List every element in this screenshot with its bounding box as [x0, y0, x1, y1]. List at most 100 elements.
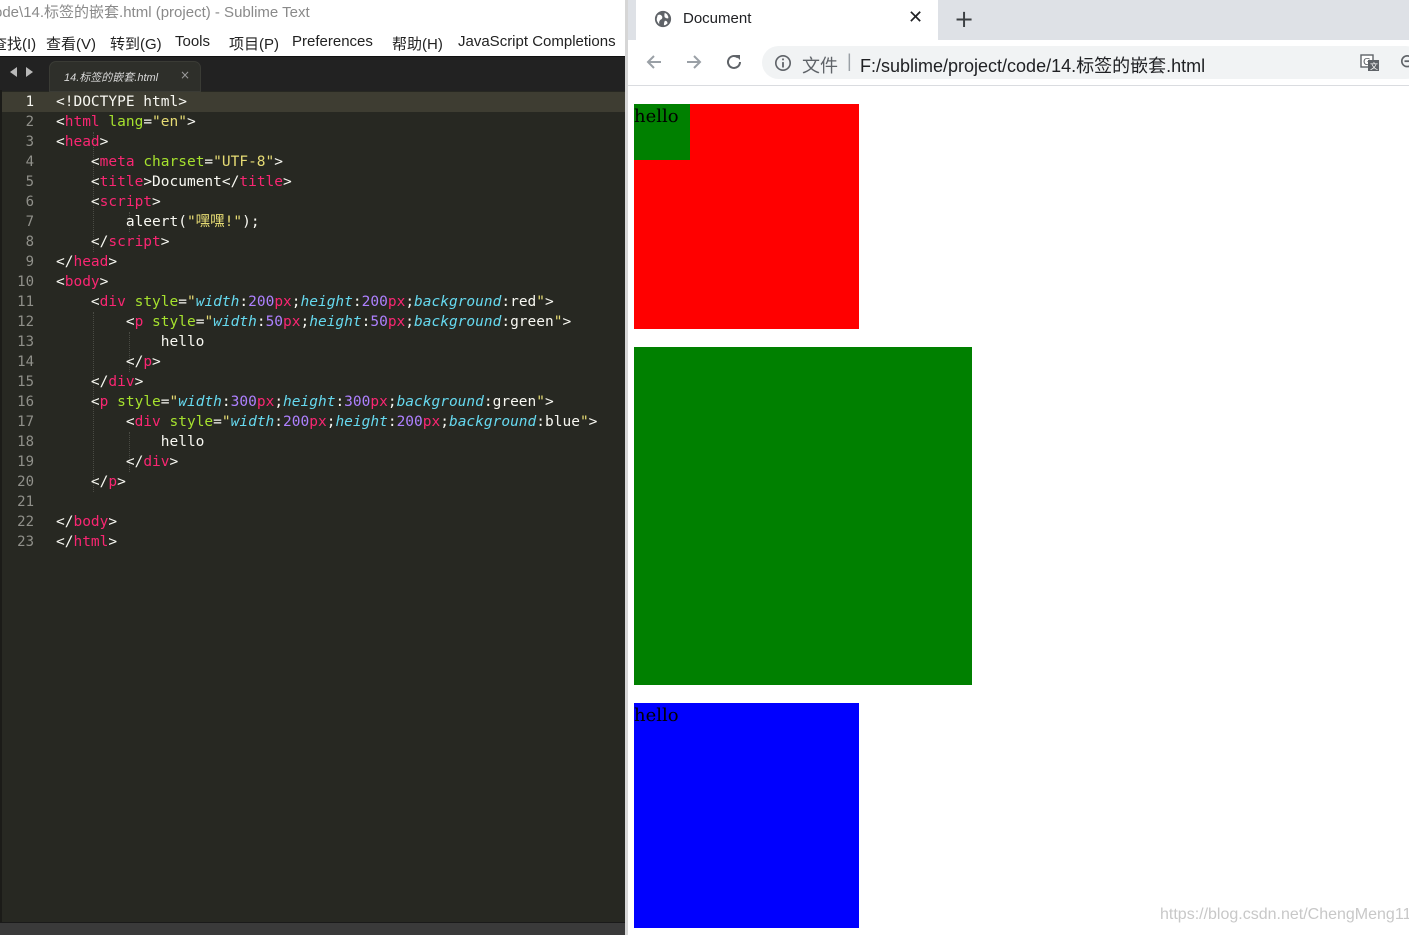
- line-number: 8: [25, 234, 34, 250]
- tab-next-arrow-icon[interactable]: [26, 67, 33, 77]
- new-tab-button[interactable]: +: [954, 5, 974, 33]
- code-line-17: <div style="width:200px;height:200px;bac…: [56, 414, 598, 430]
- code-line-20: </p>: [56, 474, 126, 490]
- code-line-13: hello: [56, 332, 205, 352]
- chrome-tab-title: Document: [683, 10, 752, 27]
- line-number: 12: [17, 314, 34, 330]
- blue-div-box: hello: [634, 703, 859, 928]
- line-number: 16: [17, 394, 34, 410]
- line-number: 18: [17, 434, 34, 450]
- sublime-window-title: ode\14.标签的嵌套.html (project) - Sublime Te…: [0, 4, 310, 21]
- omnibox-separator: |: [847, 51, 852, 71]
- tab-close-icon[interactable]: ×: [180, 68, 190, 82]
- script-call: aleert(: [125, 214, 187, 230]
- line-number: 15: [17, 374, 34, 390]
- code-hello-1: hello: [160, 334, 205, 350]
- code-line-23: </html>: [56, 534, 118, 550]
- address-bar[interactable]: 文件 | F:/sublime/project/code/14.标签的嵌套.ht…: [762, 46, 1409, 79]
- code-line-6: <script>: [56, 194, 161, 210]
- code-line-4: <meta charset="UTF-8">: [56, 154, 283, 170]
- line-number: 6: [25, 194, 34, 210]
- code-line-1: <!DOCTYPE html>: [56, 92, 187, 112]
- code-line-18: hello: [56, 432, 205, 452]
- sublime-menu-bar: 查找(I) 查看(V) 转到(G) Tools 项目(P) Preference…: [0, 27, 625, 56]
- menu-tools[interactable]: Tools: [175, 33, 210, 50]
- chrome-window: Document ✕ + 文件 | F:/sublime/project/cod…: [625, 0, 1409, 935]
- code-line-16: <p style="width:300px;height:300px;backg…: [56, 394, 554, 410]
- menu-view[interactable]: 查看(V): [46, 33, 96, 54]
- charset-value: "UTF-8": [213, 154, 275, 170]
- reload-icon[interactable]: [724, 52, 744, 76]
- url-text[interactable]: F:/sublime/project/code/14.标签的嵌套.html: [860, 52, 1205, 78]
- sublime-tab-bar: 14.标签的嵌套.html ×: [0, 56, 625, 91]
- chrome-tab-strip: Document ✕ +: [628, 0, 1409, 40]
- line-number-gutter: 1 2 3 4 5 6 7 8 9 10 11 12 13 14 15 16 17 18 19 20 21 22 23: [0, 90, 46, 922]
- script-end: );: [242, 214, 260, 230]
- code-line-19: </div>: [56, 454, 179, 470]
- green-paragraph-large: [634, 347, 972, 685]
- code-line-5: <title>Document</title>: [56, 174, 292, 190]
- lang-value: "en": [152, 114, 187, 130]
- code-line-2: <html lang="en">: [56, 114, 196, 130]
- tab-prev-arrow-icon[interactable]: [10, 67, 17, 77]
- menu-javascript-completions[interactable]: JavaScript Completions: [458, 33, 616, 50]
- code-line-15: </div>: [56, 374, 144, 390]
- code-line-22: </body>: [56, 514, 118, 530]
- code-line-8: </script>: [56, 234, 170, 250]
- csdn-watermark: https://blog.csdn.net/ChengMeng11: [1160, 906, 1409, 923]
- line-number: 9: [25, 254, 34, 270]
- code-line-9: </head>: [56, 254, 118, 270]
- doctype-text: <!DOCTYPE html>: [56, 94, 187, 110]
- menu-goto[interactable]: 转到(G): [110, 33, 162, 54]
- line-number: 20: [17, 474, 34, 490]
- red-div-box: hello: [634, 104, 859, 329]
- line-number: 13: [17, 334, 34, 350]
- line-number: 19: [17, 454, 34, 470]
- line-number: 7: [25, 214, 34, 230]
- line-number: 11: [17, 294, 34, 310]
- editor-left-edge: [0, 90, 2, 922]
- info-icon[interactable]: [774, 54, 792, 76]
- forward-arrow-icon[interactable]: [684, 52, 704, 76]
- line-number: 10: [17, 274, 34, 290]
- line-number: 23: [17, 534, 34, 550]
- code-line-10: <body>: [56, 274, 109, 290]
- code-line-11: <div style="width:200px;height:200px;bac…: [56, 294, 554, 310]
- page-viewport: hello hello https://blog.csdn.net/ChengM…: [634, 86, 1409, 935]
- line-number: 22: [17, 514, 34, 530]
- sublime-window: ode\14.标签的嵌套.html (project) - Sublime Te…: [0, 0, 625, 935]
- line-number: 5: [25, 174, 34, 190]
- code-hello-2: hello: [160, 434, 205, 450]
- file-scheme-label: 文件: [802, 56, 838, 76]
- code-line-14: </p>: [56, 354, 161, 370]
- code-line-3: <head>: [56, 134, 109, 150]
- sublime-tab-label: 14.标签的嵌套.html: [64, 72, 159, 84]
- globe-icon: [654, 10, 672, 32]
- menu-project[interactable]: 项目(P): [229, 33, 279, 54]
- translate-icon[interactable]: G文: [1360, 53, 1380, 77]
- line-number: 14: [17, 354, 34, 370]
- menu-preferences[interactable]: Preferences: [292, 33, 373, 50]
- script-string: "嘿嘿!": [186, 214, 243, 230]
- chrome-tab[interactable]: Document ✕: [636, 0, 938, 40]
- code-line-12: <p style="width:50px;height:50px;backgro…: [56, 314, 572, 330]
- svg-text:文: 文: [1370, 61, 1378, 71]
- code-editor[interactable]: 1 2 3 4 5 6 7 8 9 10 11 12 13 14 15 16 17 18 19 20 21 22 23 <!…: [0, 90, 625, 922]
- line-number: 1: [25, 94, 34, 110]
- code-line-7: aleert("嘿嘿!");: [56, 212, 260, 232]
- sublime-title-bar: ode\14.标签的嵌套.html (project) - Sublime Te…: [0, 0, 625, 27]
- title-text: Document: [152, 174, 222, 190]
- menu-help[interactable]: 帮助(H): [392, 33, 443, 54]
- sublime-file-tab[interactable]: 14.标签的嵌套.html ×: [50, 62, 200, 91]
- page-hello-text: hello: [634, 106, 679, 127]
- chrome-toolbar: 文件 | F:/sublime/project/code/14.标签的嵌套.ht…: [628, 40, 1409, 86]
- zoom-out-icon[interactable]: [1400, 54, 1409, 76]
- menu-find[interactable]: 查找(I): [0, 33, 36, 54]
- line-number: 21: [17, 494, 34, 510]
- line-number: 3: [25, 134, 34, 150]
- line-number: 17: [17, 414, 34, 430]
- back-arrow-icon[interactable]: [644, 52, 664, 76]
- page-hello-text-2: hello: [634, 705, 679, 726]
- line-number: 4: [25, 154, 34, 170]
- close-icon[interactable]: ✕: [908, 7, 923, 28]
